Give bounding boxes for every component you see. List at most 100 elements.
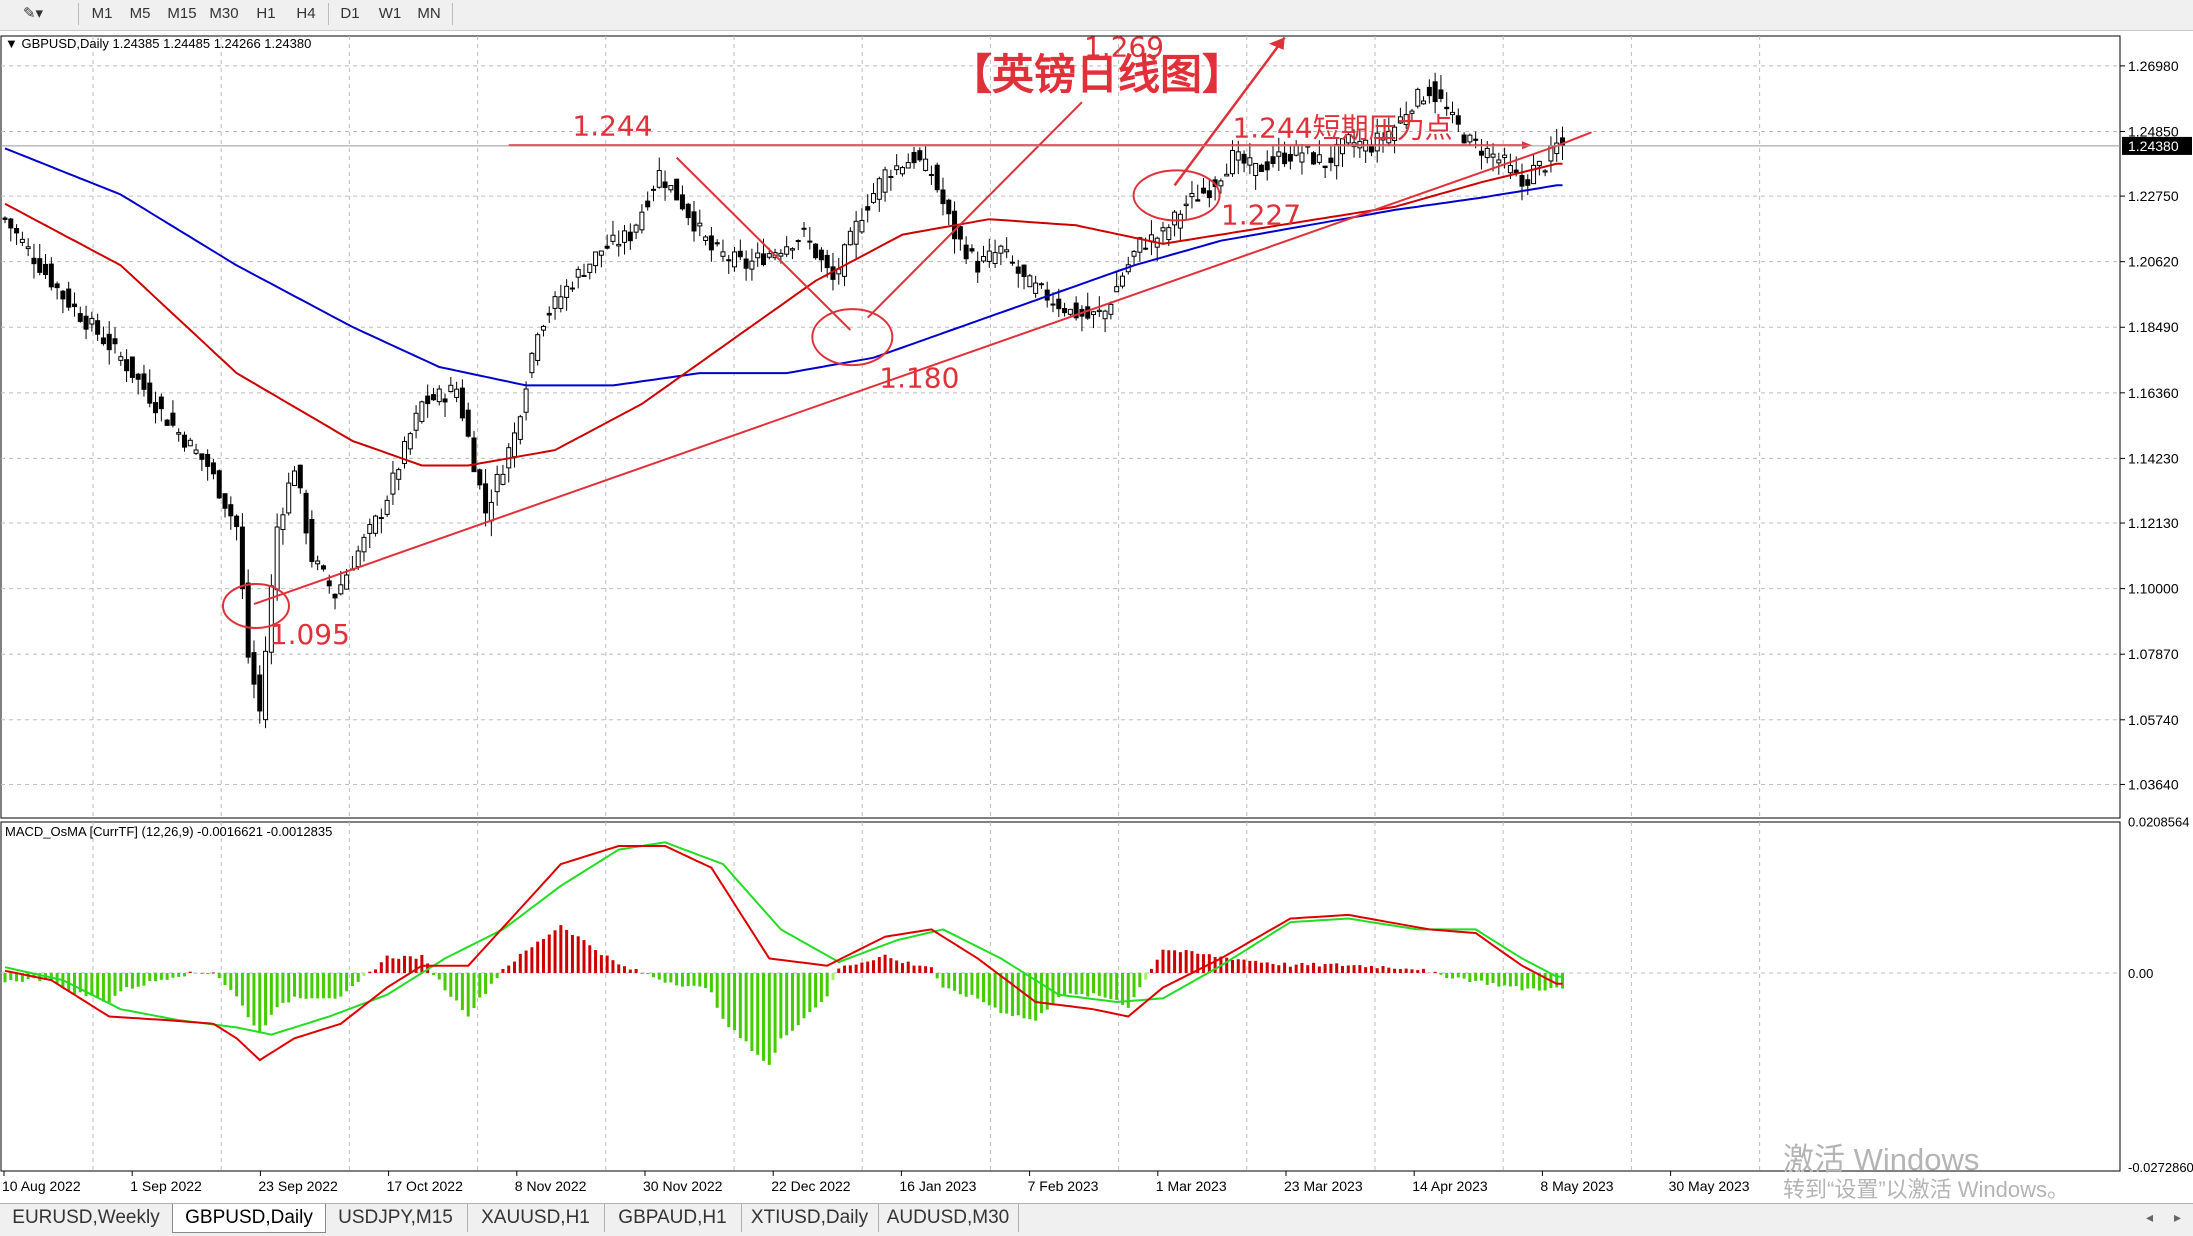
histogram-bar bbox=[200, 972, 204, 974]
candle-body bbox=[1264, 161, 1270, 171]
candle-body bbox=[865, 206, 871, 211]
histogram-bar bbox=[640, 972, 644, 974]
candle-body bbox=[228, 504, 234, 517]
candle-body bbox=[234, 515, 240, 528]
histogram-bar bbox=[368, 971, 372, 973]
histogram-bar bbox=[136, 972, 140, 987]
candle-body bbox=[25, 246, 31, 250]
price-tick-label: 1.18490 bbox=[2128, 319, 2179, 335]
chart-tools-icon[interactable]: ✎▾ bbox=[18, 3, 48, 25]
histogram-bar bbox=[1456, 972, 1460, 978]
histogram-bar bbox=[935, 972, 939, 979]
candle-body bbox=[1062, 308, 1068, 314]
chart-tab[interactable]: GBPAUD,H1 bbox=[604, 1204, 742, 1232]
price-chart[interactable]: 1.2441.2691.244短期压力点1.2271.1801.095【英镑日线… bbox=[0, 31, 2193, 1203]
tf-m1[interactable]: M1 bbox=[84, 3, 120, 25]
histogram-bar bbox=[756, 972, 760, 1055]
histogram-bar bbox=[982, 972, 986, 1003]
price-tick-label: 1.12130 bbox=[2128, 515, 2179, 531]
histogram-bar bbox=[1132, 972, 1136, 998]
price-axis: 1.269801.248501.227501.206201.184901.163… bbox=[2120, 58, 2179, 792]
histogram-bar bbox=[130, 972, 134, 989]
annotation-label: 1.180 bbox=[879, 361, 959, 394]
chart-tab[interactable]: EURUSD,Weekly bbox=[0, 1204, 173, 1232]
tf-mn[interactable]: MN bbox=[410, 3, 448, 25]
tf-m5[interactable]: M5 bbox=[122, 3, 158, 25]
candle-body bbox=[1542, 170, 1548, 173]
histogram-bar bbox=[206, 972, 210, 974]
candle-body bbox=[1299, 152, 1305, 163]
chart-tab[interactable]: GBPUSD,Daily bbox=[172, 1204, 326, 1233]
candle-body bbox=[1322, 165, 1328, 169]
candle-body bbox=[523, 388, 529, 413]
histogram-bar bbox=[947, 972, 951, 989]
candle-body bbox=[1496, 159, 1502, 164]
histogram-bar bbox=[1451, 972, 1454, 979]
candle-body bbox=[1316, 154, 1322, 163]
histogram-bar bbox=[194, 972, 198, 974]
chart-tab[interactable]: XTIUSD,Daily bbox=[741, 1204, 879, 1232]
histogram-bar bbox=[489, 972, 493, 984]
histogram-bar bbox=[1288, 966, 1292, 973]
histogram-bar bbox=[773, 972, 777, 1053]
histogram-bar bbox=[408, 956, 412, 973]
histogram-bar bbox=[646, 972, 650, 975]
histogram-bar bbox=[530, 947, 534, 973]
tf-d1[interactable]: D1 bbox=[332, 3, 368, 25]
candle-body bbox=[1195, 199, 1201, 202]
histogram-bar bbox=[889, 958, 893, 973]
histogram-bar bbox=[594, 950, 598, 973]
histogram-bar bbox=[420, 954, 424, 973]
candle-body bbox=[564, 285, 570, 298]
tf-m15[interactable]: M15 bbox=[162, 3, 202, 25]
tf-h1[interactable]: H1 bbox=[248, 3, 284, 25]
candle-body bbox=[1067, 308, 1073, 315]
tf-h4[interactable]: H4 bbox=[288, 3, 324, 25]
price-tick-label: 1.20620 bbox=[2128, 254, 2179, 270]
histogram-bar bbox=[298, 972, 302, 999]
candle-body bbox=[338, 584, 344, 595]
candle-body bbox=[1490, 153, 1496, 158]
tf-m30[interactable]: M30 bbox=[204, 3, 244, 25]
date-tick-label: 30 Nov 2022 bbox=[643, 1178, 723, 1194]
histogram-bar bbox=[1051, 972, 1055, 1004]
candle-body bbox=[1108, 303, 1114, 315]
candle-body bbox=[141, 373, 147, 390]
candle-body bbox=[31, 257, 37, 265]
tabs-scroll-right-icon[interactable]: ▸ bbox=[2174, 1209, 2181, 1226]
candle-body bbox=[1270, 156, 1276, 164]
candle-body bbox=[164, 419, 170, 426]
histogram-bar bbox=[1126, 972, 1130, 1008]
chart-tab[interactable]: XAUUSD,H1 bbox=[467, 1204, 605, 1232]
candle-body bbox=[760, 253, 766, 266]
histogram-bar bbox=[623, 966, 627, 973]
histogram-bar bbox=[182, 972, 186, 977]
candle-body bbox=[425, 395, 431, 405]
chart-tab[interactable]: AUDUSD,M30 bbox=[878, 1204, 1019, 1232]
histogram-bar bbox=[588, 945, 592, 973]
candle-body bbox=[1015, 266, 1021, 274]
candle-body bbox=[622, 230, 628, 243]
candle-body bbox=[199, 453, 205, 460]
candle-body bbox=[1050, 303, 1056, 306]
histogram-bar bbox=[895, 960, 899, 973]
chart-tab[interactable]: USDJPY,M15 bbox=[324, 1204, 468, 1232]
histogram-bar bbox=[211, 972, 215, 974]
date-tick-label: 22 Dec 2022 bbox=[771, 1178, 851, 1194]
candle-body bbox=[384, 499, 390, 515]
candle-body bbox=[899, 167, 905, 175]
candle-body bbox=[1038, 283, 1044, 286]
candle-body bbox=[633, 224, 639, 233]
tabs-scroll-left-icon[interactable]: ◂ bbox=[2146, 1209, 2153, 1226]
candle-body bbox=[1102, 310, 1108, 320]
candle-body bbox=[112, 338, 118, 345]
candle-body bbox=[691, 211, 697, 232]
candle-body bbox=[720, 251, 726, 257]
tf-w1[interactable]: W1 bbox=[372, 3, 408, 25]
candle-body bbox=[743, 258, 749, 269]
histogram-bar bbox=[345, 972, 349, 992]
histogram-bar bbox=[478, 972, 482, 998]
candle-body bbox=[1473, 138, 1479, 141]
candle-body bbox=[2, 217, 8, 220]
histogram-bar bbox=[848, 965, 852, 973]
